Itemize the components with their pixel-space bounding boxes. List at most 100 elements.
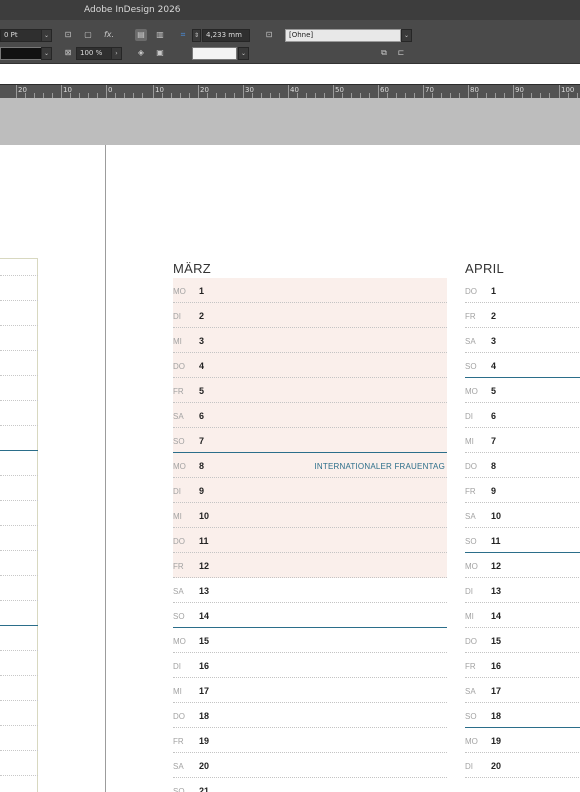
weekday-label: MI bbox=[465, 437, 474, 446]
stroke-weight-field[interactable]: 0 Pt bbox=[0, 29, 42, 42]
ruler-major-tick bbox=[153, 85, 154, 98]
day-row[interactable]: FR 9 bbox=[465, 478, 580, 503]
stroke-type-dropdown[interactable]: ⌄ bbox=[41, 47, 52, 60]
indesign-window: Adobe InDesign 2026 0 Pt ⌄ ⊡ ▢ fx. ▤ ▥ ⌗… bbox=[0, 0, 580, 792]
day-number: 14 bbox=[491, 611, 502, 621]
weekday-label: MI bbox=[173, 687, 182, 696]
left-page-row-line bbox=[0, 425, 38, 426]
day-row[interactable]: SO 11 bbox=[465, 528, 580, 553]
day-row[interactable]: DO 18 bbox=[173, 703, 447, 728]
day-row[interactable]: FR 19 bbox=[173, 728, 447, 753]
day-row[interactable]: DI 16 bbox=[173, 653, 447, 678]
ruler-major-tick bbox=[243, 85, 244, 98]
left-page-row-line bbox=[0, 275, 38, 276]
day-number: 14 bbox=[199, 611, 210, 621]
day-row[interactable]: SA 13 bbox=[173, 578, 447, 603]
object-style-dropdown[interactable]: ⌄ bbox=[401, 29, 412, 42]
day-row[interactable]: MO 15 bbox=[173, 628, 447, 653]
day-row[interactable]: MO 12 bbox=[465, 553, 580, 578]
day-row[interactable]: FR 16 bbox=[465, 653, 580, 678]
weekday-label: MI bbox=[465, 612, 474, 621]
day-row[interactable]: MI 14 bbox=[465, 603, 580, 628]
stroke-weight-dropdown[interactable]: ⌄ bbox=[41, 29, 52, 42]
day-row[interactable]: SO 14 bbox=[173, 603, 447, 628]
day-row[interactable]: MI 3 bbox=[173, 328, 447, 353]
stroke-swatch[interactable] bbox=[192, 47, 237, 60]
day-number: 19 bbox=[491, 736, 502, 746]
effects-icon[interactable]: fx. bbox=[103, 29, 115, 41]
day-row[interactable]: SA 3 bbox=[465, 328, 580, 353]
ruler-major-tick bbox=[288, 85, 289, 98]
frame-fitting-icon[interactable]: ▢ bbox=[82, 29, 94, 41]
day-row[interactable]: MO 5 bbox=[465, 378, 580, 403]
day-row[interactable]: SO 4 bbox=[465, 353, 580, 378]
gap-stepper[interactable]: ⇕ bbox=[192, 29, 201, 42]
day-number: 6 bbox=[199, 411, 205, 421]
scale-dropdown[interactable]: › bbox=[111, 47, 122, 60]
weekday-label: DO bbox=[173, 537, 185, 546]
day-row[interactable]: SO 18 bbox=[465, 703, 580, 728]
scale-field[interactable]: 100 % bbox=[76, 47, 112, 60]
gap-field[interactable]: 4,233 mm bbox=[202, 29, 250, 42]
weekday-label: MO bbox=[173, 637, 186, 646]
weekday-label: FR bbox=[173, 562, 184, 571]
day-row[interactable]: SA 20 bbox=[173, 753, 447, 778]
weekday-label: SO bbox=[465, 537, 477, 546]
weekday-label: DO bbox=[465, 287, 477, 296]
day-row[interactable]: DI 6 bbox=[465, 403, 580, 428]
distribute-icon[interactable]: ⧉ bbox=[378, 47, 390, 59]
stroke-type-swatch[interactable] bbox=[0, 47, 42, 60]
left-page-text-frame[interactable] bbox=[0, 258, 38, 792]
left-page-row-line bbox=[0, 625, 38, 626]
object-style-icon: ⊡ bbox=[265, 30, 273, 39]
content-fitting-icon[interactable]: ⊡ bbox=[62, 29, 74, 41]
app-title: Adobe InDesign 2026 bbox=[84, 5, 181, 15]
weekday-label: MO bbox=[465, 387, 478, 396]
ruler-major-tick bbox=[468, 85, 469, 98]
day-row[interactable]: SO 21 bbox=[173, 778, 447, 792]
day-number: 11 bbox=[199, 536, 209, 546]
day-row[interactable]: DO 4 bbox=[173, 353, 447, 378]
day-row[interactable]: MI 17 bbox=[173, 678, 447, 703]
day-row[interactable]: MO 19 bbox=[465, 728, 580, 753]
left-page-row-line bbox=[0, 375, 38, 376]
day-row[interactable]: SA 6 bbox=[173, 403, 447, 428]
day-row[interactable]: DO 1 bbox=[465, 278, 580, 303]
day-row[interactable]: SO 7 bbox=[173, 428, 447, 453]
weekday-label: MI bbox=[173, 512, 182, 521]
stroke-swatch-dropdown[interactable]: ⌄ bbox=[238, 47, 249, 60]
day-number: 2 bbox=[199, 311, 205, 321]
object-style-select[interactable]: [Ohne] bbox=[285, 29, 401, 42]
text-frame-options-icon[interactable]: ▣ bbox=[154, 47, 166, 59]
day-row[interactable]: FR 5 bbox=[173, 378, 447, 403]
day-row[interactable]: DI 20 bbox=[465, 753, 580, 778]
day-number: 5 bbox=[199, 386, 205, 396]
control-panel: 0 Pt ⌄ ⊡ ▢ fx. ▤ ▥ ⌗ ⇕ 4,233 mm ⊡ [Ohne]… bbox=[0, 20, 580, 64]
day-row[interactable]: MI 7 bbox=[465, 428, 580, 453]
day-row[interactable]: SA 17 bbox=[465, 678, 580, 703]
day-row[interactable]: MI 10 bbox=[173, 503, 447, 528]
day-row[interactable]: DI 9 bbox=[173, 478, 447, 503]
auto-size-icon[interactable]: ⌗ bbox=[177, 29, 189, 41]
day-row[interactable]: DO 11 bbox=[173, 528, 447, 553]
align-center-icon[interactable]: ▥ bbox=[154, 29, 166, 41]
day-row[interactable]: DO 15 bbox=[465, 628, 580, 653]
day-row[interactable]: FR 12 bbox=[173, 553, 447, 578]
day-row[interactable]: DO 8 bbox=[465, 453, 580, 478]
day-row[interactable]: MO 1 bbox=[173, 278, 447, 303]
day-row[interactable]: FR 2 bbox=[465, 303, 580, 328]
day-row[interactable]: DI 2 bbox=[173, 303, 447, 328]
day-row[interactable]: SA 10 bbox=[465, 503, 580, 528]
day-number: 7 bbox=[491, 436, 497, 446]
day-number: 4 bbox=[491, 361, 497, 371]
left-page-row-line bbox=[0, 650, 38, 651]
day-row[interactable]: MO 8 INTERNATIONALER FRAUENTAG bbox=[173, 453, 447, 478]
text-wrap-icon[interactable]: ◈ bbox=[135, 47, 147, 59]
align-top-icon[interactable]: ▤ bbox=[135, 29, 147, 41]
day-row[interactable]: DI 13 bbox=[465, 578, 580, 603]
left-page-row-line bbox=[0, 300, 38, 301]
weekday-label: FR bbox=[465, 312, 476, 321]
horizontal-ruler[interactable]: 20 10 0 10 20 30 40 50 60 70 80 90 100 bbox=[0, 84, 580, 98]
left-page-row-line bbox=[0, 725, 38, 726]
panel-options-icon[interactable]: ⊏ bbox=[395, 47, 407, 59]
